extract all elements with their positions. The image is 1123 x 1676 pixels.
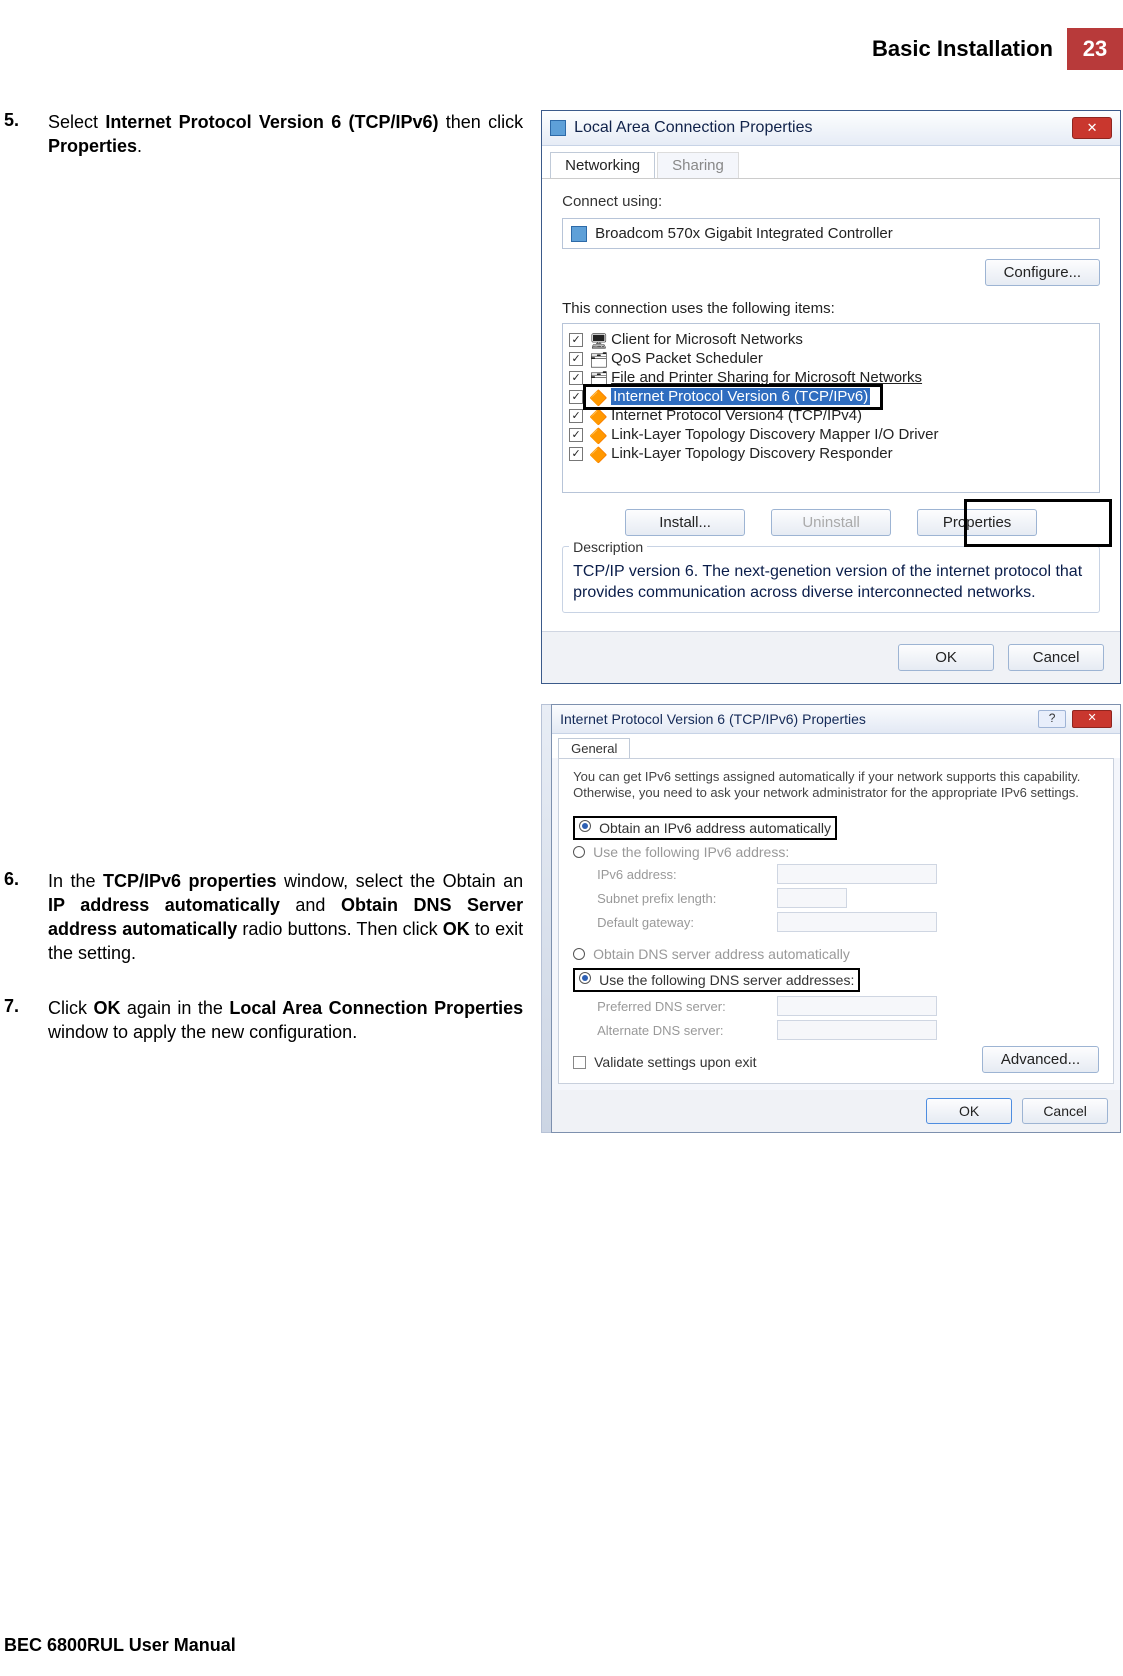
step-number: 7. <box>4 996 48 1045</box>
info-text: You can get IPv6 settings assigned autom… <box>573 769 1099 803</box>
list-item[interactable]: ✓🗂File and Printer Sharing for Microsoft… <box>567 368 1095 387</box>
client-icon: 🖥 <box>589 332 605 348</box>
service-icon: 🗂 <box>589 370 605 386</box>
step-text: Select Internet Protocol Version 6 (TCP/… <box>48 110 523 159</box>
list-item-selected[interactable]: ✓🔶Internet Protocol Version 6 (TCP/IPv6) <box>567 387 1095 406</box>
checkbox-icon[interactable]: ✓ <box>569 390 583 404</box>
section-title: Basic Installation <box>872 36 1053 62</box>
validate-checkbox[interactable] <box>573 1056 586 1069</box>
ok-button[interactable]: OK <box>926 1098 1012 1124</box>
dialog-titlebar[interactable]: Internet Protocol Version 6 (TCP/IPv6) P… <box>552 705 1120 734</box>
adapter-name: Broadcom 570x Gigabit Integrated Control… <box>595 225 893 242</box>
step-number: 6. <box>4 869 48 966</box>
tab-sharing[interactable]: Sharing <box>657 152 739 178</box>
checkbox-icon[interactable]: ✓ <box>569 371 583 385</box>
step-6: 6. In the TCP/IPv6 properties window, se… <box>4 869 523 966</box>
ipv6-address-input <box>777 864 937 884</box>
prefix-length-label: Subnet prefix length: <box>597 891 767 906</box>
radio-label: Use the following IPv6 address: <box>593 844 789 860</box>
checkbox-icon[interactable]: ✓ <box>569 333 583 347</box>
radio-auto-dns[interactable] <box>573 948 585 960</box>
protocol-icon: 🔶 <box>589 427 605 443</box>
step-text: Click OK again in the Local Area Connect… <box>48 996 523 1045</box>
protocol-icon: 🔶 <box>589 446 605 462</box>
prefix-length-input <box>777 888 847 908</box>
configure-button[interactable]: Configure... <box>985 259 1101 286</box>
network-icon <box>550 120 566 136</box>
dialog-tabs: Networking Sharing <box>542 146 1120 179</box>
radio-label: Obtain an IPv6 address automatically <box>599 820 831 836</box>
radio-auto-address[interactable] <box>579 820 591 832</box>
close-button[interactable]: ✕ <box>1072 117 1112 139</box>
install-button[interactable]: Install... <box>625 509 745 536</box>
background-window-sliver <box>541 704 551 1134</box>
local-area-connection-dialog: Local Area Connection Properties ✕ Netwo… <box>541 110 1121 684</box>
radio-label: Use the following DNS server addresses: <box>599 972 854 988</box>
preferred-dns-input[interactable] <box>777 996 937 1016</box>
highlight-marker: Use the following DNS server addresses: <box>573 968 860 992</box>
checkbox-icon[interactable]: ✓ <box>569 409 583 423</box>
adapter-icon <box>571 226 587 242</box>
list-item[interactable]: ✓🔶Internet Protocol Version4 (TCP/IPv4) <box>567 406 1095 425</box>
connection-items-list[interactable]: ✓🖥Client for Microsoft Networks ✓🗂QoS Pa… <box>562 323 1100 493</box>
step-7: 7. Click OK again in the Local Area Conn… <box>4 996 523 1045</box>
items-label: This connection uses the following items… <box>562 300 1100 317</box>
dialog-title: Local Area Connection Properties <box>574 119 812 137</box>
tab-networking[interactable]: Networking <box>550 152 655 178</box>
step-5: 5. Select Internet Protocol Version 6 (T… <box>4 110 523 159</box>
list-item[interactable]: ✓🔶Link-Layer Topology Discovery Mapper I… <box>567 425 1095 444</box>
validate-label: Validate settings upon exit <box>594 1054 756 1070</box>
document-footer: BEC 6800RUL User Manual <box>4 1635 236 1656</box>
preferred-dns-label: Preferred DNS server: <box>597 999 767 1014</box>
radio-manual-dns[interactable] <box>579 972 591 984</box>
checkbox-icon[interactable]: ✓ <box>569 447 583 461</box>
adapter-field[interactable]: Broadcom 570x Gigabit Integrated Control… <box>562 218 1100 249</box>
ok-button[interactable]: OK <box>898 644 994 671</box>
uninstall-button: Uninstall <box>771 509 891 536</box>
page-number-badge: 23 <box>1067 28 1123 70</box>
description-text: TCP/IP version 6. The next-genetion vers… <box>573 562 1089 604</box>
help-button[interactable]: ? <box>1038 710 1066 728</box>
properties-button[interactable]: Properties <box>917 509 1037 536</box>
alternate-dns-input[interactable] <box>777 1020 937 1040</box>
page-header: Basic Installation 23 <box>872 28 1123 70</box>
alternate-dns-label: Alternate DNS server: <box>597 1023 767 1038</box>
cancel-button[interactable]: Cancel <box>1008 644 1104 671</box>
dialog-titlebar[interactable]: Local Area Connection Properties ✕ <box>542 111 1120 146</box>
step-number: 5. <box>4 110 48 159</box>
ipv6-properties-dialog: Internet Protocol Version 6 (TCP/IPv6) P… <box>551 704 1121 1134</box>
highlight-marker: Obtain an IPv6 address automatically <box>573 816 837 840</box>
service-icon: 🗂 <box>589 351 605 367</box>
protocol-icon: 🔶 <box>589 408 605 424</box>
radio-manual-address[interactable] <box>573 846 585 858</box>
ipv6-address-label: IPv6 address: <box>597 867 767 882</box>
description-group: Description TCP/IP version 6. The next-g… <box>562 546 1100 613</box>
cancel-button[interactable]: Cancel <box>1022 1098 1108 1124</box>
step-text: In the TCP/IPv6 properties window, selec… <box>48 869 523 966</box>
protocol-icon: 🔶 <box>589 389 605 405</box>
checkbox-icon[interactable]: ✓ <box>569 352 583 366</box>
list-item[interactable]: ✓🔶Link-Layer Topology Discovery Responde… <box>567 444 1095 463</box>
radio-label: Obtain DNS server address automatically <box>593 946 850 962</box>
description-legend: Description <box>569 539 647 555</box>
gateway-label: Default gateway: <box>597 915 767 930</box>
advanced-button[interactable]: Advanced... <box>982 1046 1099 1073</box>
checkbox-icon[interactable]: ✓ <box>569 428 583 442</box>
list-item[interactable]: ✓🖥Client for Microsoft Networks <box>567 330 1095 349</box>
tab-general[interactable]: General <box>558 738 630 758</box>
close-button[interactable]: ✕ <box>1072 710 1112 728</box>
connect-using-label: Connect using: <box>562 193 1100 210</box>
dialog-title: Internet Protocol Version 6 (TCP/IPv6) P… <box>560 711 866 727</box>
list-item[interactable]: ✓🗂QoS Packet Scheduler <box>567 349 1095 368</box>
gateway-input <box>777 912 937 932</box>
